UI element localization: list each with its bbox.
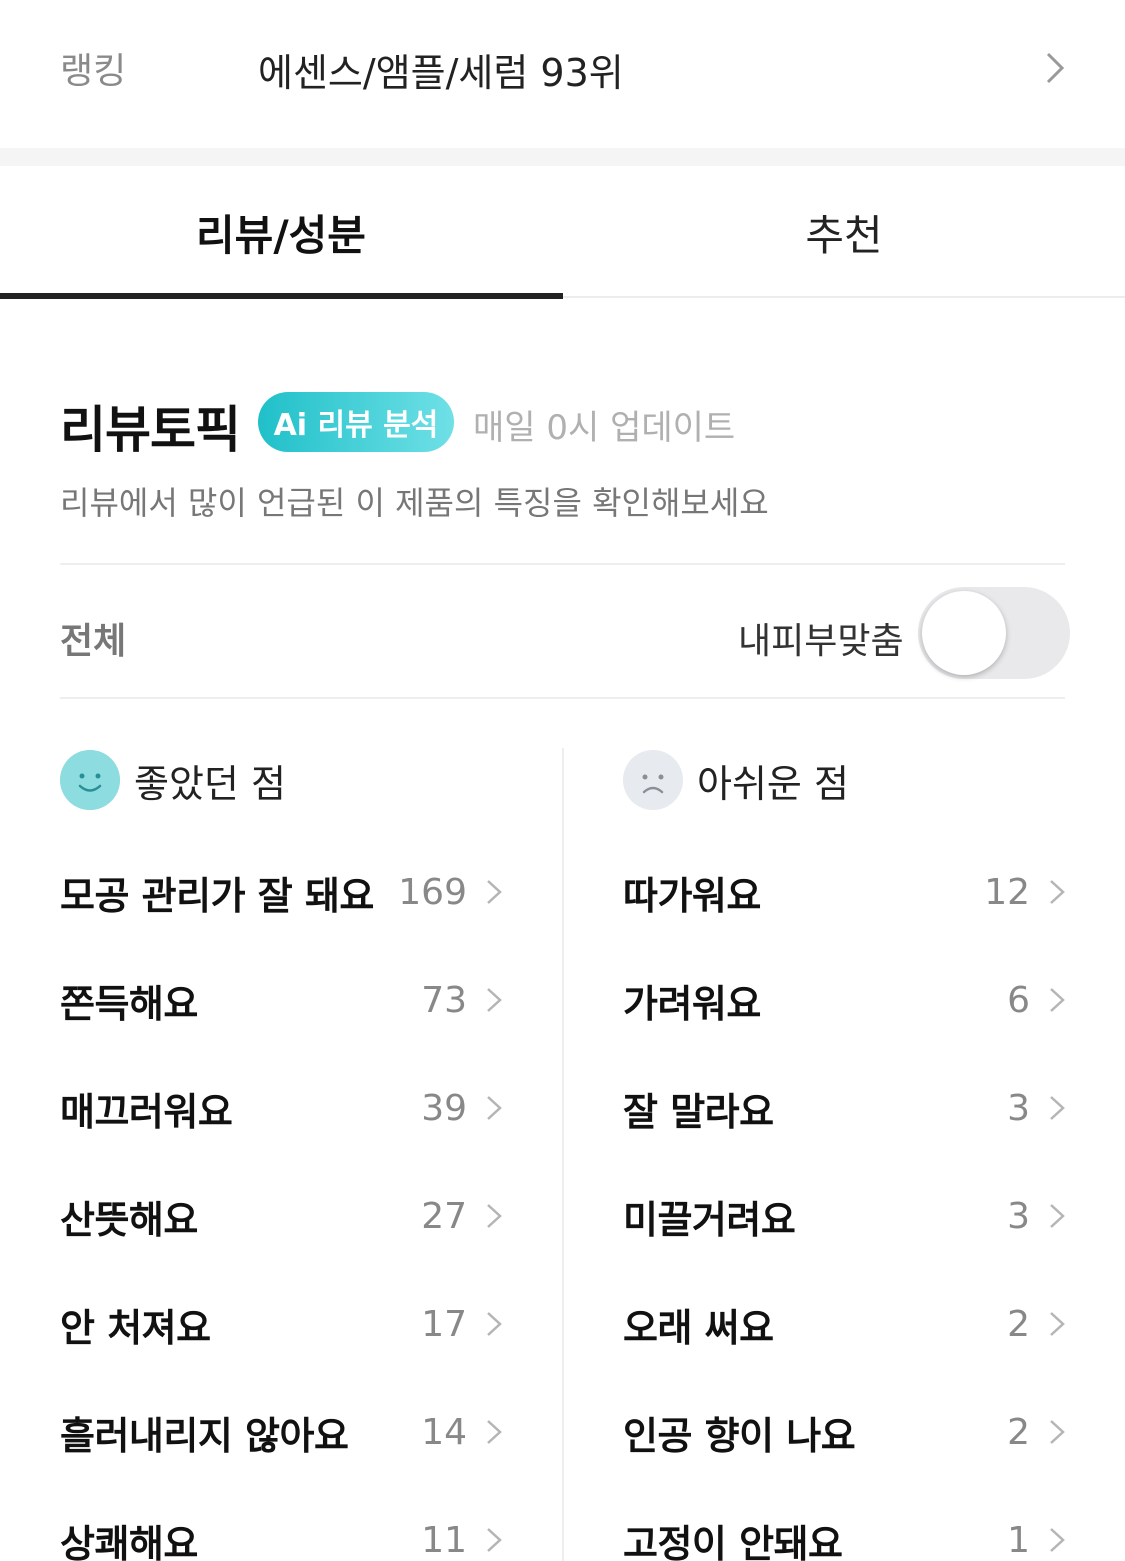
ranking-value: 에센스/앰플/세럼 93위 [258,51,624,95]
good-topic-row[interactable]: 상쾌해요 11 [60,1486,505,1561]
section-divider [0,148,1125,166]
good-points-title: 좋았던 점 [134,761,286,806]
topic-count: 6 [1007,979,1030,1021]
product-review-page: 랭킹 에센스/앰플/세럼 93위 리뷰/성분 추천 리뷰토픽 Ai 리뷰 분석 … [0,0,1125,1561]
good-topic-row[interactable]: 매끄러워요 39 [60,1054,505,1162]
topic-label: 쫀득해요 [60,981,198,1026]
topic-count: 12 [984,871,1030,913]
topic-count: 27 [421,1195,467,1237]
tab-divider [563,296,1125,298]
topic-count: 73 [421,979,467,1021]
good-points-header: 좋았던 점 [60,750,286,810]
skin-match-label: 내피부맞춤 [738,621,904,662]
bad-topic-row[interactable]: 미끌거려요 3 [623,1162,1068,1270]
active-tab-indicator [0,293,563,299]
skin-match-toggle[interactable] [918,587,1070,679]
smile-face-icon [60,750,120,810]
bad-topic-row[interactable]: 오래 써요 2 [623,1270,1068,1378]
chevron-right-icon [1046,52,1065,84]
topic-label: 가려워요 [623,981,761,1026]
tab-label: 추천 [805,210,883,260]
filter-all-label[interactable]: 전체 [60,612,126,664]
tab-label: 리뷰/성분 [196,210,366,260]
toggle-knob [922,591,1006,675]
chevron-right-icon [487,1528,502,1552]
chevron-right-icon [1050,1096,1065,1120]
chevron-right-icon [1050,1312,1065,1336]
chevron-right-icon [1050,1204,1065,1228]
topic-label: 인공 향이 나요 [623,1413,856,1458]
topic-count: 39 [421,1087,467,1129]
bad-topic-row[interactable]: 잘 말라요 3 [623,1054,1068,1162]
good-topic-row[interactable]: 흘러내리지 않아요 14 [60,1378,505,1486]
topic-label: 매끄러워요 [60,1089,233,1134]
bad-topic-row[interactable]: 인공 향이 나요 2 [623,1378,1068,1486]
topic-count: 3 [1007,1195,1030,1237]
section-subtitle: 리뷰에서 많이 언급된 이 제품의 특징을 확인해보세요 [60,484,769,522]
chevron-right-icon [487,1204,502,1228]
chevron-right-icon [487,1420,502,1444]
good-topic-row[interactable]: 모공 관리가 잘 돼요 169 [60,838,505,946]
bad-topic-row[interactable]: 따가워요 12 [623,838,1068,946]
chevron-right-icon [1050,880,1065,904]
chevron-right-icon [1050,988,1065,1012]
topic-count: 2 [1007,1303,1030,1345]
topic-count: 2 [1007,1411,1030,1453]
chevron-right-icon [1050,1528,1065,1552]
chevron-right-icon [487,988,502,1012]
topic-count: 3 [1007,1087,1030,1129]
tab-bar: 리뷰/성분 추천 [0,166,1125,300]
topic-count: 1 [1007,1519,1030,1561]
sad-face-icon [623,750,683,810]
chevron-right-icon [487,1096,502,1120]
good-topic-row[interactable]: 산뜻해요 27 [60,1162,505,1270]
ranking-label: 랭킹 [60,51,127,92]
bad-topic-row[interactable]: 가려워요 6 [623,946,1068,1054]
topic-label: 모공 관리가 잘 돼요 [60,873,374,918]
column-divider [562,748,564,1561]
update-info: 매일 0시 업데이트 [473,408,736,448]
divider [60,697,1065,699]
ranking-row[interactable]: 랭킹 에센스/앰플/세럼 93위 [0,0,1125,148]
good-topic-row[interactable]: 쫀득해요 73 [60,946,505,1054]
bad-topic-row[interactable]: 고정이 안돼요 1 [623,1486,1068,1561]
topic-count: 169 [398,871,467,913]
tab-review-ingredients[interactable]: 리뷰/성분 [0,166,562,300]
tab-recommend[interactable]: 추천 [563,166,1125,300]
topic-label: 미끌거려요 [623,1197,796,1242]
chevron-right-icon [487,880,502,904]
topic-count: 17 [421,1303,467,1345]
topic-label: 잘 말라요 [623,1089,774,1134]
bad-points-title: 아쉬운 점 [697,761,849,806]
topic-label: 오래 써요 [623,1305,774,1350]
ai-review-badge: Ai 리뷰 분석 [258,392,454,452]
bad-points-header: 아쉬운 점 [623,750,849,810]
good-topic-row[interactable]: 안 처져요 17 [60,1270,505,1378]
topic-count: 14 [421,1411,467,1453]
topic-label: 안 처져요 [60,1305,211,1350]
topic-label: 고정이 안돼요 [623,1521,843,1561]
chevron-right-icon [1050,1420,1065,1444]
topic-label: 상쾌해요 [60,1521,198,1561]
topic-count: 11 [421,1519,467,1561]
chevron-right-icon [487,1312,502,1336]
topic-label: 산뜻해요 [60,1197,198,1242]
topic-label: 따가워요 [623,873,761,918]
section-title: 리뷰토픽 [60,401,241,459]
topic-label: 흘러내리지 않아요 [60,1413,349,1458]
divider [60,563,1065,565]
